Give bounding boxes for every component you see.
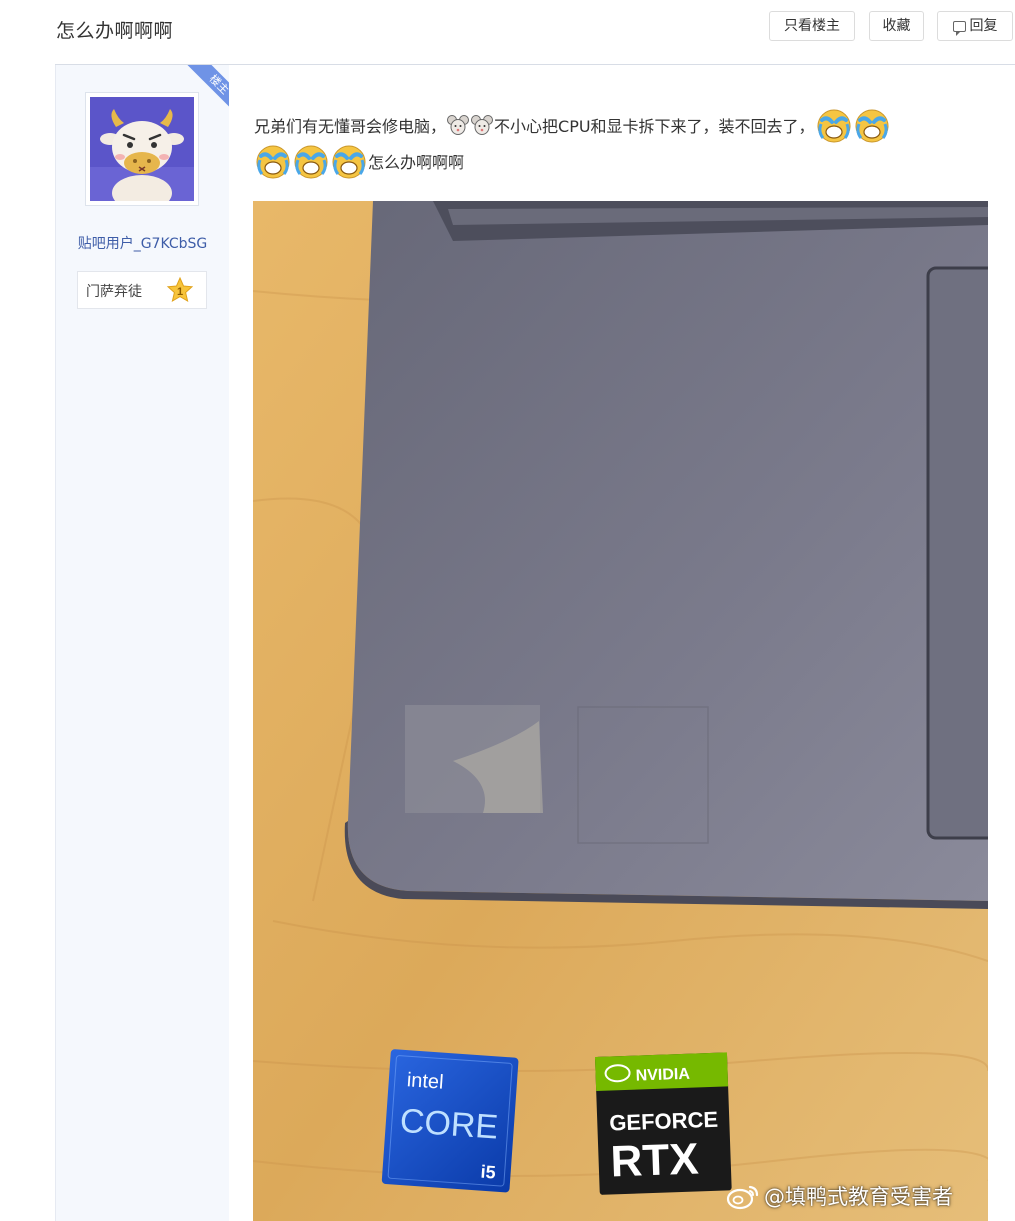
post-text-line-2-label: 怎么办啊啊啊 — [368, 153, 465, 172]
laptop-photo-image: intel CORE i5 NVIDIA GEFORCE RTX — [253, 201, 988, 1221]
level-number: 1 — [177, 286, 183, 298]
cow-avatar-icon — [90, 97, 194, 201]
author-sidebar: 楼主 贴吧用户_G7KCbSG 门萨弃徒 1 — [55, 65, 229, 1221]
avatar-frame[interactable] — [85, 92, 199, 206]
reply-icon — [952, 21, 966, 36]
watermark-text: @填鸭式教育受害者 — [764, 1185, 953, 1209]
intel-sticker: intel CORE i5 — [381, 1049, 519, 1193]
level-star-icon: 1 — [166, 276, 194, 303]
only-op-button[interactable]: 只看楼主 — [769, 11, 855, 41]
crying-emoji-icon — [855, 109, 889, 143]
crying-emoji-icon — [256, 145, 290, 179]
nvidia-product-text: GEFORCE — [609, 1107, 719, 1136]
weibo-watermark: @填鸭式教育受害者 — [726, 1178, 953, 1214]
post-text-line-2: 怎么办啊啊啊 — [254, 144, 465, 179]
crying-emoji-icon — [817, 109, 851, 143]
intel-brand-text: intel — [406, 1069, 444, 1094]
nvidia-brand-text: NVIDIA — [635, 1066, 690, 1085]
favorite-button[interactable]: 收藏 — [869, 11, 924, 41]
crying-emoji-icon — [294, 145, 328, 179]
reply-button-label: 回复 — [969, 18, 998, 34]
post-text-part-1: 兄弟们有无懂哥会修电脑， — [254, 117, 447, 136]
level-badge[interactable]: 门萨弃徒 1 — [77, 271, 207, 309]
thread-header: 怎么办啊啊啊 只看楼主 收藏 回复 — [0, 0, 1015, 64]
avatar[interactable] — [90, 97, 194, 201]
post-text-line-1: 兄弟们有无懂哥会修电脑， 不小心把CPU和显卡拆下来了，装不回去了， — [254, 108, 891, 143]
intel-tier-text: i5 — [480, 1162, 496, 1183]
post-photo[interactable]: intel CORE i5 NVIDIA GEFORCE RTX — [253, 201, 988, 1221]
intel-core-text: CORE — [399, 1102, 500, 1147]
nvidia-line-text: RTX — [610, 1134, 700, 1186]
weibo-logo-icon — [726, 1185, 759, 1210]
mouse-emoji-icon — [471, 115, 494, 135]
nvidia-sticker: NVIDIA GEFORCE RTX — [595, 1052, 732, 1195]
thread-title: 怎么办啊啊啊 — [56, 20, 174, 42]
level-name: 门萨弃徒 — [86, 284, 142, 300]
author-username[interactable]: 贴吧用户_G7KCbSG — [56, 233, 229, 253]
mouse-emoji-icon — [447, 115, 470, 135]
post-text-part-2: 不小心把CPU和显卡拆下来了，装不回去了， — [494, 117, 815, 136]
crying-emoji-icon — [332, 145, 366, 179]
reply-button[interactable]: 回复 — [937, 11, 1013, 41]
